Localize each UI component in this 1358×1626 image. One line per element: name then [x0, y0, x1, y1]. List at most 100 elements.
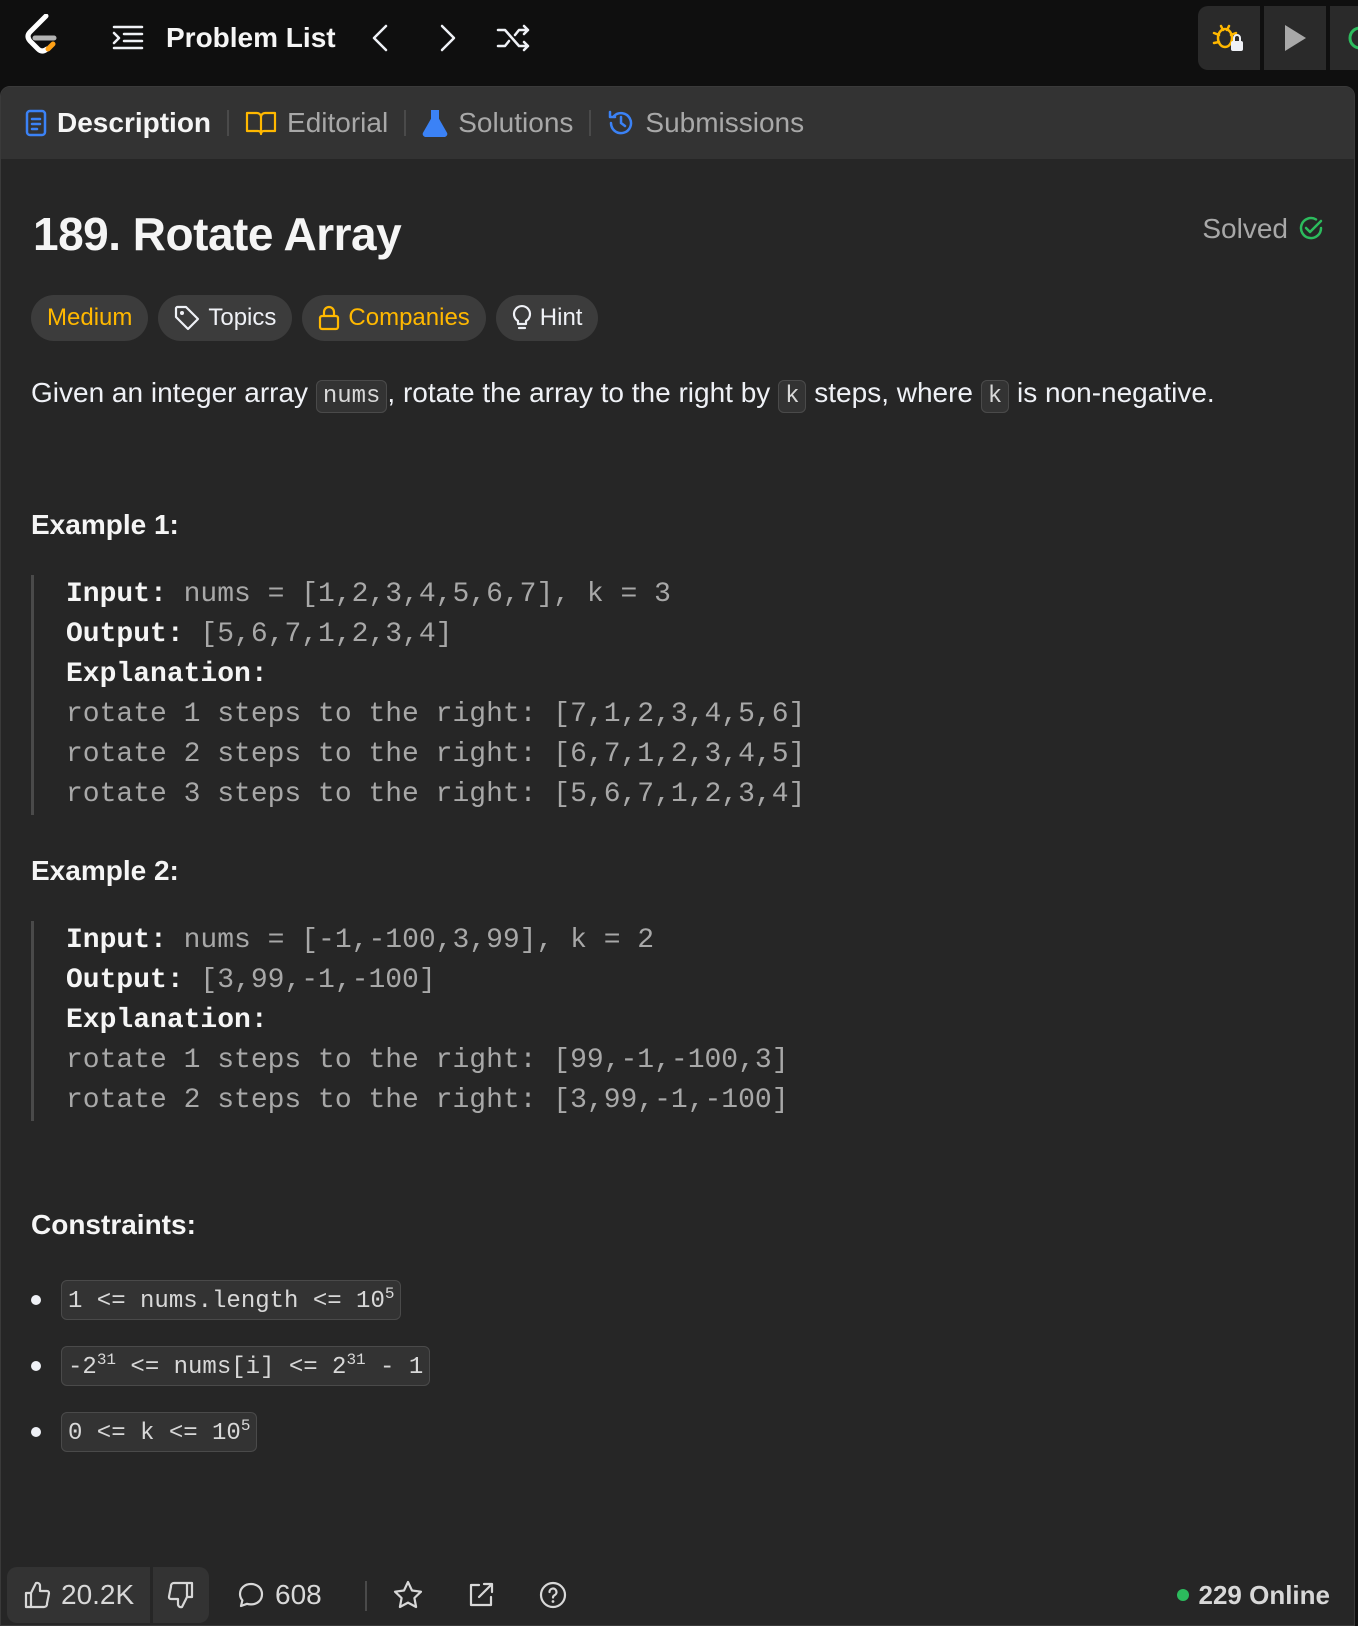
- upload-cloud-icon: [1348, 26, 1358, 50]
- tab-divider: [589, 110, 592, 136]
- superscript: 31: [346, 1351, 366, 1369]
- description-text: , rotate the array to the right by: [387, 377, 779, 408]
- lock-icon: [319, 305, 340, 331]
- constraint-code: -231 <= nums[i] <= 231 - 1: [61, 1346, 431, 1386]
- tab-solutions[interactable]: Solutions: [422, 87, 573, 159]
- book-open-icon: [245, 111, 277, 136]
- bug-lock-icon: [1212, 24, 1243, 51]
- companies-chip[interactable]: Companies: [302, 295, 486, 341]
- online-indicator: 229 Online: [1176, 1567, 1331, 1623]
- output-value: [3,99,-1,-100]: [183, 965, 436, 996]
- output-label: Output:: [66, 965, 184, 996]
- comments-button[interactable]: 608: [237, 1567, 322, 1623]
- inline-code: k: [980, 380, 1010, 413]
- difficulty-badge: Medium: [31, 295, 149, 341]
- tab-label: Editorial: [287, 107, 389, 138]
- superscript: 5: [240, 1417, 251, 1435]
- tab-description[interactable]: Description: [25, 87, 211, 159]
- chevron-left-icon[interactable]: [362, 20, 398, 56]
- superscript: 5: [384, 1285, 395, 1303]
- star-icon: [393, 1580, 423, 1609]
- bullet: [31, 1427, 41, 1437]
- tab-submissions[interactable]: Submissions: [607, 87, 804, 159]
- check-circle-icon: [1299, 216, 1323, 240]
- explanation-line: rotate 3 steps to the right: [5,6,7,1,2,…: [66, 779, 806, 810]
- favorite-button[interactable]: [393, 1567, 423, 1623]
- thumbs-down-icon: [168, 1581, 194, 1609]
- tab-label: Description: [57, 107, 212, 138]
- bullet: [31, 1361, 41, 1371]
- constraints-list: 1 <= nums.length <= 105 -231 <= nums[i] …: [31, 1267, 431, 1465]
- inline-code: nums: [315, 380, 388, 413]
- bullet: [31, 1295, 41, 1305]
- tab-label: Submissions: [645, 107, 805, 138]
- constraint-text: 0 <= k <= 10: [68, 1420, 241, 1447]
- panel-tabs: Description Editorial Solutions Submissi…: [1, 87, 1354, 159]
- input-value: nums = [-1,-100,3,99], k = 2: [166, 925, 655, 956]
- page-title[interactable]: 189. Rotate Array: [33, 207, 402, 261]
- explanation-line: rotate 1 steps to the right: [7,1,2,3,4,…: [66, 699, 806, 730]
- description-panel: Description Editorial Solutions Submissi…: [0, 86, 1355, 1626]
- topics-label: Topics: [208, 304, 277, 331]
- example-block: Input: nums = [-1,-100,3,99], k = 2 Outp…: [31, 921, 789, 1121]
- tab-divider: [227, 110, 230, 136]
- output-value: [5,6,7,1,2,3,4]: [183, 619, 453, 650]
- lightbulb-icon: [512, 304, 531, 330]
- external-link-icon: [469, 1582, 494, 1607]
- play-icon: [1285, 25, 1306, 51]
- input-label: Input:: [66, 925, 167, 956]
- list-item: 1 <= nums.length <= 105: [31, 1267, 430, 1333]
- constraint-text: -2: [68, 1354, 97, 1381]
- topics-chip[interactable]: Topics: [158, 295, 293, 341]
- dislike-button[interactable]: [153, 1567, 210, 1623]
- difficulty-label: Medium: [47, 304, 133, 331]
- description-text: is non-negative.: [1009, 377, 1215, 408]
- companies-label: Companies: [348, 304, 470, 331]
- comment-icon: [238, 1582, 264, 1608]
- description-text: Given an integer array: [31, 377, 316, 408]
- flask-icon: [422, 110, 448, 137]
- vote-group: 20.2K: [7, 1567, 210, 1623]
- tab-editorial[interactable]: Editorial: [245, 87, 388, 159]
- explanation-label: Explanation:: [66, 659, 268, 690]
- example-heading: Example 1:: [31, 509, 179, 540]
- run-button[interactable]: [1264, 6, 1326, 70]
- online-dot-icon: [1176, 1589, 1189, 1601]
- comment-count: 608: [275, 1579, 322, 1610]
- thumbs-up-icon: [24, 1581, 51, 1609]
- output-label: Output:: [66, 619, 184, 650]
- like-button[interactable]: 20.2K: [7, 1567, 151, 1623]
- online-count: 229 Online: [1198, 1579, 1331, 1610]
- problem-list-icon[interactable]: [110, 20, 146, 56]
- chevron-right-icon[interactable]: [430, 20, 466, 56]
- problem-description: Given an integer array nums, rotate the …: [31, 377, 1215, 413]
- question-circle-icon: [539, 1581, 567, 1609]
- divider: [365, 1581, 367, 1611]
- submit-button[interactable]: [1330, 6, 1358, 70]
- explanation-line: rotate 1 steps to the right: [99,-1,-100…: [66, 1045, 789, 1076]
- list-item: -231 <= nums[i] <= 231 - 1: [31, 1333, 431, 1399]
- constraint-code: 0 <= k <= 105: [61, 1412, 258, 1452]
- explanation-label: Explanation:: [66, 1005, 268, 1036]
- shuffle-icon[interactable]: [494, 20, 534, 56]
- like-count: 20.2K: [61, 1579, 135, 1610]
- debug-button[interactable]: [1198, 6, 1260, 70]
- problem-list-link[interactable]: Problem List: [166, 22, 336, 54]
- solved-status: Solved: [1202, 213, 1324, 245]
- help-button[interactable]: [539, 1567, 567, 1623]
- superscript: 31: [96, 1351, 117, 1369]
- leetcode-logo-icon[interactable]: [22, 13, 62, 58]
- constraint-text: <= nums[i] <= 2: [116, 1354, 347, 1381]
- history-icon: [609, 110, 633, 135]
- hint-chip[interactable]: Hint: [495, 295, 599, 341]
- tag-icon: [175, 305, 200, 331]
- share-button[interactable]: [467, 1567, 495, 1623]
- explanation-line: rotate 2 steps to the right: [6,7,1,2,3,…: [66, 739, 806, 770]
- input-value: nums = [1,2,3,4,5,6,7], k = 3: [166, 579, 671, 610]
- top-bar: Problem List: [0, 0, 1358, 84]
- bottom-bar: 20.2K 608 229 Online: [1, 1563, 1354, 1625]
- list-item: 0 <= k <= 105: [31, 1399, 430, 1465]
- constraint-code: 1 <= nums.length <= 105: [61, 1280, 402, 1320]
- input-label: Input:: [66, 579, 167, 610]
- description-text: steps, where: [806, 377, 981, 408]
